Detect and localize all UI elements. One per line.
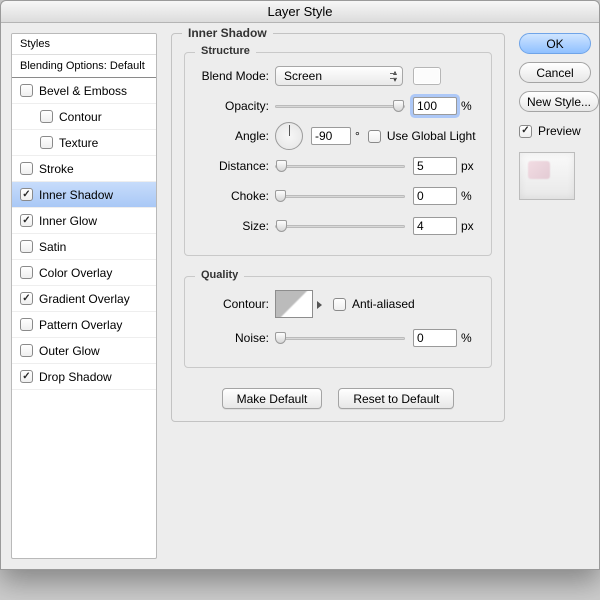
antialiased-checkbox[interactable] <box>333 298 346 311</box>
size-input[interactable] <box>413 217 457 235</box>
sidebar-checkbox[interactable] <box>20 188 33 201</box>
group-title: Inner Shadow <box>182 26 273 40</box>
structure-group: Structure Blend Mode: Screen ▴▾ Opacity: <box>184 52 492 256</box>
size-unit: px <box>461 219 474 233</box>
sidebar-item-pattern-overlay[interactable]: Pattern Overlay <box>12 312 156 338</box>
sidebar-item-drop-shadow[interactable]: Drop Shadow <box>12 364 156 390</box>
distance-slider[interactable] <box>275 159 405 173</box>
window-title: Layer Style <box>1 1 599 23</box>
sidebar-item-label: Stroke <box>39 162 74 176</box>
choke-slider[interactable] <box>275 189 405 203</box>
layer-style-window: Layer Style Styles Blending Options: Def… <box>0 0 600 570</box>
structure-legend: Structure <box>195 45 256 57</box>
new-style-button[interactable]: New Style... <box>519 91 599 112</box>
noise-label: Noise: <box>195 331 275 345</box>
sidebar-checkbox[interactable] <box>20 344 33 357</box>
styles-sidebar: Styles Blending Options: Default Bevel &… <box>11 33 157 559</box>
blend-mode-value: Screen <box>284 69 322 83</box>
antialiased-label: Anti-aliased <box>352 297 415 311</box>
blend-mode-label: Blend Mode: <box>195 69 275 83</box>
sidebar-item-outer-glow[interactable]: Outer Glow <box>12 338 156 364</box>
sidebar-item-label: Outer Glow <box>39 344 100 358</box>
quality-group: Quality Contour: Anti-aliased Noise: <box>184 276 492 368</box>
sidebar-checkbox[interactable] <box>20 162 33 175</box>
preview-thumbnail <box>519 152 575 200</box>
opacity-label: Opacity: <box>195 99 275 113</box>
inner-shadow-group: Inner Shadow Structure Blend Mode: Scree… <box>171 33 505 422</box>
use-global-light-checkbox[interactable] <box>368 130 381 143</box>
sidebar-item-label: Bevel & Emboss <box>39 84 127 98</box>
sidebar-item-label: Inner Glow <box>39 214 97 228</box>
choke-input[interactable] <box>413 187 457 205</box>
cancel-button[interactable]: Cancel <box>519 62 591 83</box>
sidebar-checkbox[interactable] <box>40 136 53 149</box>
sidebar-checkbox[interactable] <box>20 318 33 331</box>
angle-label: Angle: <box>195 129 275 143</box>
sidebar-item-label: Texture <box>59 136 98 150</box>
quality-legend: Quality <box>195 269 244 281</box>
sidebar-checkbox[interactable] <box>20 84 33 97</box>
contour-label: Contour: <box>195 297 275 311</box>
sidebar-item-inner-glow[interactable]: Inner Glow <box>12 208 156 234</box>
sidebar-item-label: Drop Shadow <box>39 370 112 384</box>
sidebar-item-label: Gradient Overlay <box>39 292 130 306</box>
opacity-slider[interactable] <box>275 99 405 113</box>
sidebar-checkbox[interactable] <box>20 370 33 383</box>
select-arrows-icon: ▴▾ <box>393 69 397 83</box>
shadow-color-swatch[interactable] <box>413 67 441 85</box>
angle-input[interactable] <box>311 127 351 145</box>
distance-input[interactable] <box>413 157 457 175</box>
reset-default-button[interactable]: Reset to Default <box>338 388 454 409</box>
sidebar-checkbox[interactable] <box>20 292 33 305</box>
angle-wheel[interactable] <box>275 122 303 150</box>
sidebar-checkbox[interactable] <box>20 266 33 279</box>
sidebar-item-label: Contour <box>59 110 102 124</box>
blend-mode-select[interactable]: Screen ▴▾ <box>275 66 403 86</box>
contour-picker[interactable] <box>275 290 313 318</box>
sidebar-item-label: Inner Shadow <box>39 188 113 202</box>
sidebar-item-label: Pattern Overlay <box>39 318 122 332</box>
window-content: Styles Blending Options: Default Bevel &… <box>1 23 599 569</box>
sidebar-item-gradient-overlay[interactable]: Gradient Overlay <box>12 286 156 312</box>
settings-panel: Inner Shadow Structure Blend Mode: Scree… <box>157 33 517 559</box>
noise-input[interactable] <box>413 329 457 347</box>
distance-label: Distance: <box>195 159 275 173</box>
angle-unit: ° <box>355 129 360 143</box>
size-slider[interactable] <box>275 219 405 233</box>
sidebar-item-label: Color Overlay <box>39 266 112 280</box>
sidebar-checkbox[interactable] <box>20 214 33 227</box>
sidebar-item-stroke[interactable]: Stroke <box>12 156 156 182</box>
sidebar-subheader[interactable]: Blending Options: Default <box>12 55 156 78</box>
sidebar-item-satin[interactable]: Satin <box>12 234 156 260</box>
make-default-button[interactable]: Make Default <box>222 388 323 409</box>
distance-unit: px <box>461 159 474 173</box>
preview-label: Preview <box>538 124 581 138</box>
choke-unit: % <box>461 189 472 203</box>
noise-unit: % <box>461 331 472 345</box>
sidebar-header[interactable]: Styles <box>12 34 156 55</box>
opacity-unit: % <box>461 99 472 113</box>
choke-label: Choke: <box>195 189 275 203</box>
sidebar-item-texture[interactable]: Texture <box>12 130 156 156</box>
ok-button[interactable]: OK <box>519 33 591 54</box>
use-global-light-label: Use Global Light <box>387 129 476 143</box>
sidebar-checkbox[interactable] <box>20 240 33 253</box>
preview-checkbox[interactable] <box>519 125 532 138</box>
opacity-input[interactable] <box>413 97 457 115</box>
size-label: Size: <box>195 219 275 233</box>
sidebar-item-bevel-emboss[interactable]: Bevel & Emboss <box>12 78 156 104</box>
sidebar-item-color-overlay[interactable]: Color Overlay <box>12 260 156 286</box>
sidebar-item-label: Satin <box>39 240 66 254</box>
sidebar-item-contour[interactable]: Contour <box>12 104 156 130</box>
noise-slider[interactable] <box>275 331 405 345</box>
sidebar-item-inner-shadow[interactable]: Inner Shadow <box>12 182 156 208</box>
sidebar-checkbox[interactable] <box>40 110 53 123</box>
dialog-buttons: OK Cancel New Style... Preview <box>517 33 599 559</box>
